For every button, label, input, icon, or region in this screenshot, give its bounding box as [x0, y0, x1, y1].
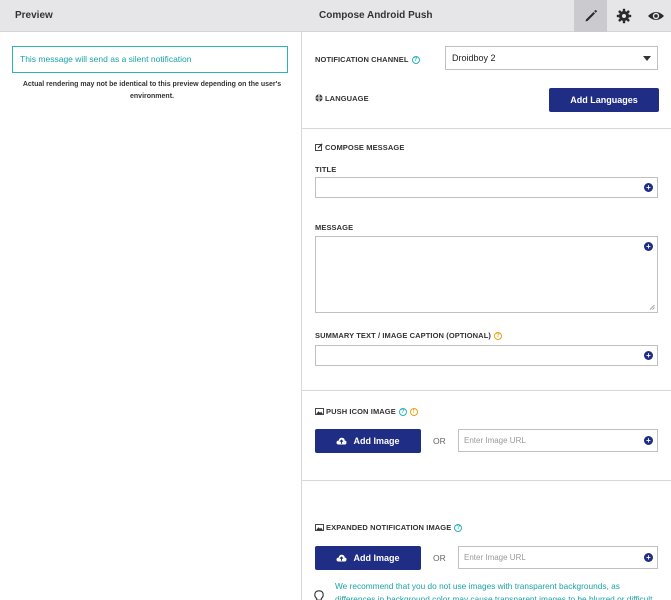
- cloud-upload-icon: [336, 554, 348, 562]
- transparent-background-tip: We recommend that you do not use images …: [335, 581, 653, 600]
- settings-button[interactable]: [607, 0, 640, 32]
- expanded-image-label: EXPANDED NOTIFICATION IMAGE?: [315, 523, 463, 532]
- add-personalization-icon[interactable]: +: [644, 553, 653, 562]
- silent-notification-notice: This message will send as a silent notif…: [12, 46, 288, 73]
- add-languages-button[interactable]: Add Languages: [549, 88, 659, 112]
- image-icon: [315, 524, 324, 531]
- channel-select[interactable]: Droidboy 2: [445, 46, 658, 70]
- image-icon: [315, 408, 324, 415]
- info-icon[interactable]: ?: [493, 332, 502, 340]
- summary-label: SUMMARY TEXT / IMAGE CAPTION (OPTIONAL)?: [315, 331, 502, 340]
- warning-icon[interactable]: !: [409, 408, 418, 416]
- channel-language-section: NOTIFICATION CHANNEL? Droidboy 2 LANGUAG…: [302, 32, 671, 129]
- language-label: LANGUAGE: [315, 94, 369, 103]
- push-icon-url-input[interactable]: Enter Image URL +: [458, 429, 658, 452]
- rendering-disclaimer: Actual rendering may not be identical to…: [22, 81, 282, 100]
- preview-pane: This message will send as a silent notif…: [0, 32, 302, 600]
- or-separator: OR: [433, 553, 446, 563]
- page-title: Compose Android Push: [319, 10, 433, 21]
- globe-icon: [315, 94, 323, 102]
- url-placeholder: Enter Image URL: [464, 553, 526, 562]
- summary-field[interactable]: +: [315, 345, 658, 366]
- resize-handle-icon[interactable]: [649, 304, 655, 310]
- lightbulb-icon: [314, 590, 324, 600]
- edit-mode-button[interactable]: [574, 0, 607, 32]
- add-personalization-icon[interactable]: +: [644, 436, 653, 445]
- help-icon[interactable]: ?: [398, 408, 407, 416]
- or-separator: OR: [433, 436, 446, 446]
- compose-pane: NOTIFICATION CHANNEL? Droidboy 2 LANGUAG…: [302, 32, 671, 600]
- gear-icon: [616, 8, 631, 24]
- preview-toggle-button[interactable]: [639, 0, 671, 32]
- chevron-down-icon: [643, 56, 651, 61]
- edit-icon: [315, 143, 323, 151]
- compose-message-header: COMPOSE MESSAGE: [315, 143, 404, 152]
- eye-icon: [647, 12, 664, 20]
- preview-title: Preview: [15, 10, 53, 21]
- add-personalization-icon[interactable]: +: [644, 242, 653, 251]
- push-icon-section: PUSH ICON IMAGE?! Add Image OR Enter Ima…: [302, 391, 671, 481]
- expanded-image-section: EXPANDED NOTIFICATION IMAGE? Add Image O…: [302, 481, 671, 600]
- expanded-add-image-button[interactable]: Add Image: [315, 546, 421, 570]
- message-label: MESSAGE: [315, 223, 354, 232]
- message-field[interactable]: +: [315, 236, 658, 313]
- title-field[interactable]: +: [315, 177, 658, 198]
- push-icon-add-image-button[interactable]: Add Image: [315, 429, 421, 453]
- title-label: TITLE: [315, 165, 337, 174]
- help-icon[interactable]: ?: [454, 524, 463, 532]
- add-personalization-icon[interactable]: +: [644, 351, 653, 360]
- push-icon-label: PUSH ICON IMAGE?!: [315, 407, 418, 416]
- add-personalization-icon[interactable]: +: [644, 183, 653, 192]
- channel-label: NOTIFICATION CHANNEL?: [315, 55, 420, 64]
- pencil-icon: [585, 10, 597, 22]
- top-bar: Preview Compose Android Push: [0, 0, 671, 32]
- expanded-image-url-input[interactable]: Enter Image URL +: [458, 546, 658, 569]
- url-placeholder: Enter Image URL: [464, 436, 526, 445]
- help-icon[interactable]: ?: [411, 56, 420, 64]
- channel-selected-value: Droidboy 2: [452, 53, 496, 63]
- compose-message-section: COMPOSE MESSAGE TITLE + MESSAGE + SUMMAR…: [302, 129, 671, 391]
- cloud-upload-icon: [336, 437, 348, 445]
